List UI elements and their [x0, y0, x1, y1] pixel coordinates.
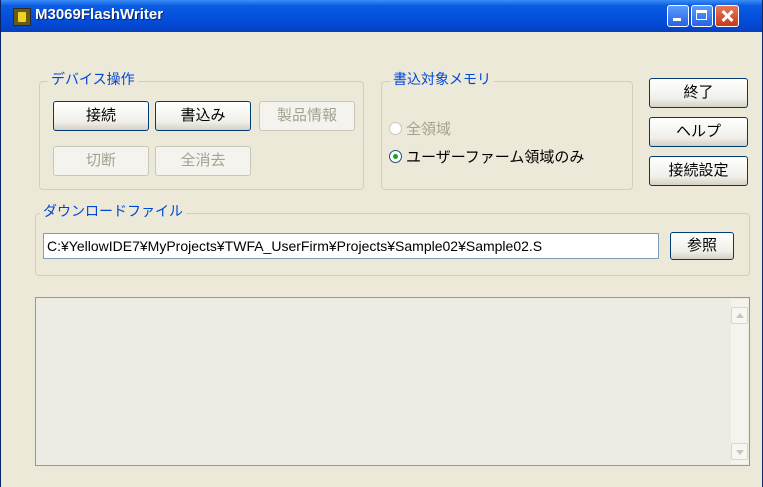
- write-button[interactable]: 書込み: [155, 101, 251, 131]
- radio-userfirm-region[interactable]: ユーザーファーム領域のみ: [389, 146, 584, 167]
- app-window: M3069FlashWriter デバイス操作 接続 書込み 製品情報 切断 全…: [0, 0, 763, 487]
- radio-all-region[interactable]: 全領域: [389, 118, 451, 139]
- app-icon: [13, 8, 31, 26]
- radio-userfirm-label: ユーザーファーム領域のみ: [406, 148, 585, 166]
- maximize-button[interactable]: [691, 5, 713, 27]
- log-output-area[interactable]: [35, 297, 750, 466]
- connect-button[interactable]: 接続: [53, 101, 149, 131]
- download-file-label: ダウンロードファイル: [40, 203, 186, 221]
- scroll-down-icon[interactable]: [731, 443, 748, 460]
- close-button[interactable]: [715, 5, 739, 27]
- exit-button[interactable]: 終了: [649, 78, 748, 108]
- minimize-button[interactable]: [667, 5, 689, 27]
- connection-settings-button[interactable]: 接続設定: [649, 156, 748, 186]
- download-path-input[interactable]: C:¥YellowIDE7¥MyProjects¥TWFA_UserFirm¥P…: [43, 233, 659, 259]
- target-memory-label: 書込対象メモリ: [390, 71, 494, 89]
- radio-userfirm-circle[interactable]: [389, 150, 402, 163]
- product-info-button[interactable]: 製品情報: [259, 101, 355, 131]
- window-title: M3069FlashWriter: [35, 6, 164, 23]
- scroll-up-icon[interactable]: [731, 307, 748, 324]
- browse-button[interactable]: 参照: [670, 232, 734, 260]
- disconnect-button[interactable]: 切断: [53, 146, 149, 176]
- title-bar[interactable]: M3069FlashWriter: [1, 0, 762, 32]
- device-ops-label: デバイス操作: [48, 71, 138, 89]
- radio-all-region-circle[interactable]: [389, 122, 402, 135]
- radio-all-region-label: 全領域: [406, 120, 452, 138]
- help-button[interactable]: ヘルプ: [649, 117, 748, 147]
- log-scrollbar[interactable]: [731, 299, 748, 464]
- erase-all-button[interactable]: 全消去: [155, 146, 251, 176]
